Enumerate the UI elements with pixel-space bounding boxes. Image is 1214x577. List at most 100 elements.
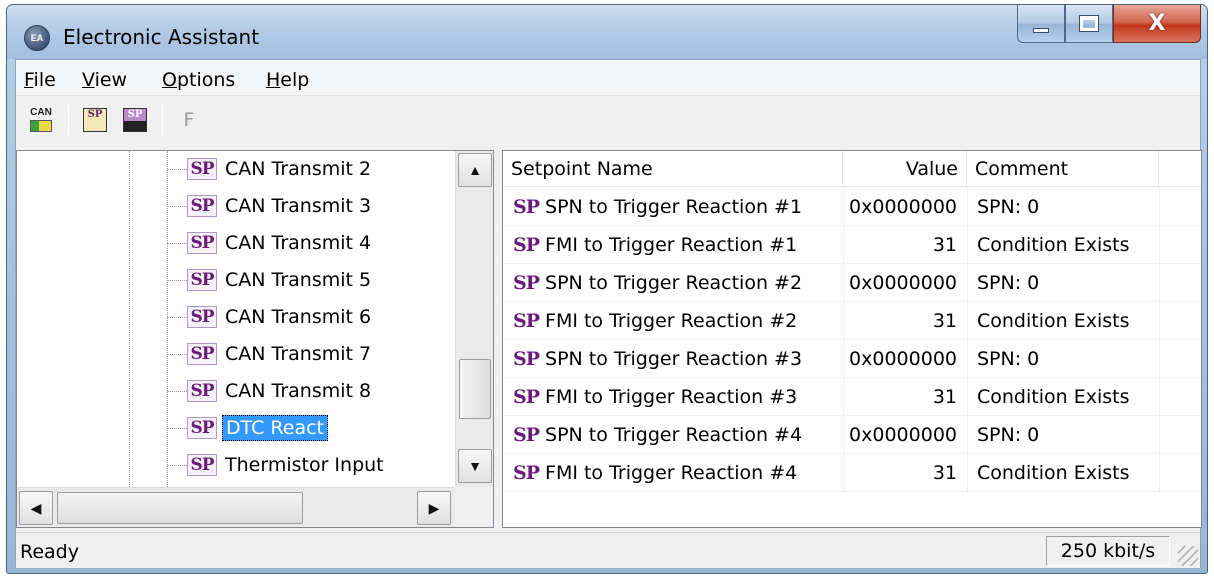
setpoint-value: 31 (932, 234, 957, 256)
setpoint-comment: SPN: 0 (977, 196, 1040, 218)
scroll-right-button[interactable]: ▶ (417, 491, 451, 525)
toolbar-separator (68, 105, 69, 135)
tree-vertical-scrollbar[interactable]: ▲ ▼ (455, 151, 493, 487)
pane-splitter[interactable] (494, 150, 502, 528)
setpoint-value: 0x0000000 (849, 424, 957, 446)
setpoint-comment: Condition Exists (977, 234, 1130, 256)
scroll-up-button[interactable]: ▲ (458, 153, 492, 187)
table-row[interactable]: SP SPN to Trigger Reaction #1 0x0000000 S… (503, 188, 1201, 226)
setpoint-name: SPN to Trigger Reaction #4 (545, 424, 803, 446)
table-row[interactable]: SP SPN to Trigger Reaction #3 0x0000000 S… (503, 340, 1201, 378)
tree-horizontal-scrollbar[interactable]: ◀ ▶ (17, 487, 455, 527)
open-setpoints-button[interactable]: SP (80, 105, 110, 135)
setpoint-name: FMI to Trigger Reaction #2 (545, 310, 798, 332)
triangle-up-icon: ▲ (468, 162, 482, 178)
tree-view[interactable]: SP CAN Transmit 2 SP CAN Transmit 3 SP CAN … (16, 150, 494, 528)
setpoint-name-cell: SP FMI to Trigger Reaction #4 (513, 454, 797, 492)
tree-item[interactable]: SP CAN Transmit 6 (167, 299, 374, 335)
tree-item[interactable]: SP CAN Transmit 4 (167, 225, 374, 261)
resize-grip-icon[interactable] (1178, 546, 1198, 566)
tree-item[interactable]: SP CAN Transmit 8 (167, 373, 374, 409)
vertical-scroll-thumb[interactable] (459, 359, 491, 419)
tree-item[interactable]: SP Thermistor Input (167, 447, 387, 483)
menu-bar: File View Options Help (16, 60, 1200, 96)
menu-file-label: ile (33, 69, 56, 91)
setpoint-icon: SP (187, 380, 217, 402)
tree-item[interactable]: SP CAN Transmit 2 (167, 151, 374, 187)
setpoint-name: SPN to Trigger Reaction #3 (545, 348, 803, 370)
table-row[interactable]: SP FMI to Trigger Reaction #3 31 Conditio… (503, 378, 1201, 416)
menu-help-label: elp (280, 69, 310, 91)
table-row[interactable]: SP FMI to Trigger Reaction #2 31 Conditio… (503, 302, 1201, 340)
menu-file-accel: F (24, 69, 34, 91)
menu-view[interactable]: View (82, 69, 127, 91)
can-connect-button[interactable]: CAN (26, 105, 56, 135)
setpoint-name: FMI to Trigger Reaction #4 (545, 462, 798, 484)
table-row[interactable]: SP FMI to Trigger Reaction #4 31 Conditio… (503, 454, 1201, 492)
minimize-icon (1033, 28, 1049, 33)
tree-item-selected[interactable]: SP DTC React (167, 410, 329, 446)
setpoint-name: SPN to Trigger Reaction #2 (545, 272, 803, 294)
setpoint-comment: SPN: 0 (977, 272, 1040, 294)
maximize-icon (1079, 15, 1099, 32)
setpoint-value: 0x0000000 (849, 196, 957, 218)
setpoint-icon: SP (513, 348, 540, 370)
can-icon-label: CAN (30, 107, 52, 118)
setpoint-icon: SP (513, 424, 540, 446)
tree-item-label: CAN Transmit 5 (225, 269, 372, 291)
flash-button[interactable]: F (174, 105, 204, 135)
menu-options[interactable]: Options (162, 69, 235, 91)
menu-help[interactable]: Help (266, 69, 309, 91)
setpoint-icon: SP (187, 454, 217, 476)
setpoint-icon: SP (513, 234, 540, 256)
app-icon[interactable]: EA (24, 25, 50, 51)
title-bar[interactable]: EA Electronic Assistant X (7, 5, 1207, 59)
tree-item-label: DTC React (222, 415, 329, 441)
triangle-down-icon: ▼ (468, 458, 482, 474)
tree-item-label: CAN Transmit 7 (225, 343, 372, 365)
close-button[interactable]: X (1113, 5, 1201, 43)
scroll-down-button[interactable]: ▼ (458, 449, 492, 483)
status-bar: Ready 250 kbit/s (16, 532, 1200, 568)
triangle-right-icon: ▶ (428, 499, 440, 516)
tree-item[interactable]: SP CAN Transmit 3 (167, 188, 374, 224)
setpoint-name-cell: SP SPN to Trigger Reaction #1 (513, 188, 802, 226)
tree-item-label: CAN Transmit 3 (225, 195, 372, 217)
setpoint-icon: SP (187, 158, 217, 180)
setpoint-name: FMI to Trigger Reaction #3 (545, 386, 798, 408)
list-header: Setpoint Name Value Comment (503, 151, 1201, 187)
can-icon: CAN (30, 108, 52, 132)
setpoint-comment: SPN: 0 (977, 424, 1040, 446)
setpoint-list[interactable]: Setpoint Name Value Comment SP SPN to Tri… (502, 150, 1202, 528)
setpoint-icon: SP (187, 232, 217, 254)
table-row[interactable]: SP SPN to Trigger Reaction #4 0x0000000 S… (503, 416, 1201, 454)
setpoint-value: 0x0000000 (849, 272, 957, 294)
setpoint-comment: Condition Exists (977, 310, 1130, 332)
table-row[interactable]: SP SPN to Trigger Reaction #2 0x0000000 S… (503, 264, 1201, 302)
setpoint-name: FMI to Trigger Reaction #1 (545, 234, 798, 256)
client-area: File View Options Help CAN SP SP F SP CA… (15, 59, 1202, 568)
menu-options-accel: O (162, 69, 177, 91)
maximize-button[interactable] (1065, 5, 1113, 43)
setpoint-icon: SP (187, 195, 217, 217)
save-setpoints-button[interactable]: SP (120, 105, 150, 135)
menu-file[interactable]: File (24, 69, 56, 91)
setpoint-icon: SP (187, 417, 217, 439)
setpoint-icon: SP (513, 310, 540, 332)
tree-guide-line (129, 151, 130, 487)
setpoint-icon: SP (513, 272, 540, 294)
column-header-comment[interactable]: Comment (967, 151, 1159, 187)
column-header-value[interactable]: Value (843, 151, 967, 187)
menu-view-label: iew (94, 69, 128, 91)
tree-item[interactable]: SP CAN Transmit 5 (167, 262, 374, 298)
scrollbar-corner (455, 487, 493, 527)
setpoint-name: SPN to Trigger Reaction #1 (545, 196, 803, 218)
baud-rate-indicator: 250 kbit/s (1046, 536, 1170, 566)
table-row[interactable]: SP FMI to Trigger Reaction #1 31 Conditio… (503, 226, 1201, 264)
menu-help-accel: H (266, 69, 281, 91)
minimize-button[interactable] (1017, 5, 1065, 43)
column-header-setpoint-name[interactable]: Setpoint Name (503, 151, 843, 187)
scroll-left-button[interactable]: ◀ (19, 491, 53, 525)
tree-item[interactable]: SP CAN Transmit 7 (167, 336, 374, 372)
horizontal-scroll-thumb[interactable] (57, 492, 303, 524)
